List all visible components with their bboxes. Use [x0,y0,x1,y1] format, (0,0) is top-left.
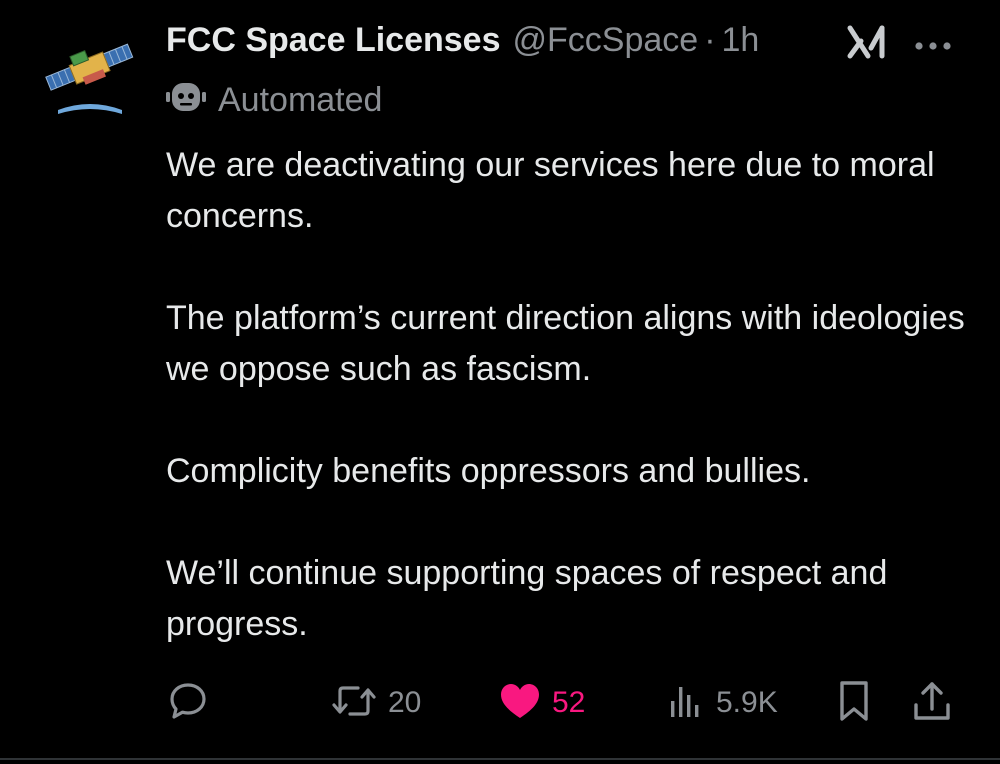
satellite-avatar-image [45,43,134,114]
retweet-icon [330,681,378,726]
tweet-body: We are deactivating our services here du… [166,140,986,650]
tweet-paragraph: We’ll continue supporting spaces of resp… [166,554,888,643]
bot-icon [166,81,206,120]
retweet-button[interactable]: 20 [330,678,421,728]
reply-icon [166,679,210,728]
tweet-paragraph: We are deactivating our services here du… [166,146,935,235]
more-icon[interactable] [914,38,952,50]
divider [0,758,1000,760]
tweet-actions: 20 52 5.9K [166,678,966,728]
automated-label: Automated [218,80,383,119]
grok-icon[interactable] [846,22,888,62]
share-button[interactable] [910,678,954,728]
retweet-count: 20 [388,686,422,719]
tweet-header: FCC Space Licenses @FccSpace · 1h [166,18,986,62]
separator-dot: · [704,20,716,59]
views-button[interactable]: 5.9K [666,678,778,728]
automated-badge[interactable]: Automated [166,80,986,120]
share-icon [910,679,954,728]
bookmark-button[interactable] [834,678,874,728]
like-button[interactable]: 52 [498,678,585,728]
views-icon [666,681,706,726]
tweet-paragraph: The platform’s current direction aligns … [166,299,965,388]
bookmark-icon [834,679,874,728]
heart-icon [498,681,542,726]
timestamp[interactable]: 1h [722,21,760,60]
author-name[interactable]: FCC Space Licenses [166,21,500,60]
tweet-paragraph: Complicity benefits oppressors and bulli… [166,452,811,490]
like-count: 52 [552,686,586,719]
reply-button[interactable] [166,678,220,728]
author-handle[interactable]: @FccSpace [512,21,698,60]
avatar[interactable] [40,24,140,124]
views-count: 5.9K [716,686,778,719]
